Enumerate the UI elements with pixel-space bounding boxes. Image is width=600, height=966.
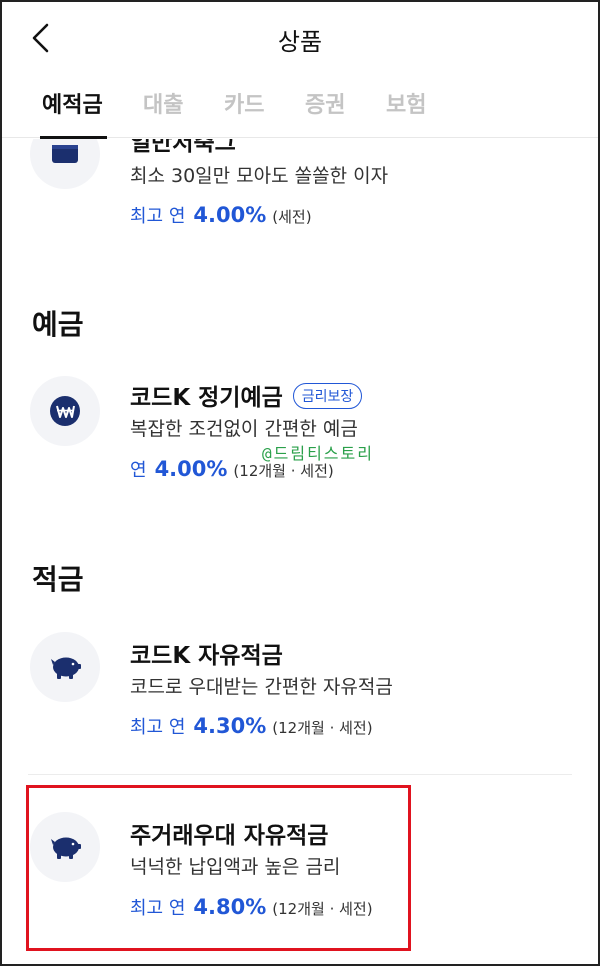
rate-prefix: 연 [130, 460, 147, 481]
product-title: 일반저축그 [130, 139, 236, 156]
watermark: @드림티스토리 [262, 444, 374, 463]
rate-value: 4.30% [193, 714, 267, 738]
section-title-savings: 적금 [32, 563, 84, 596]
rate-note: (세전) [272, 208, 312, 226]
tab-deposit-savings[interactable]: 예적금 [40, 80, 107, 139]
product-title: 코드K 자유적금 [130, 643, 283, 669]
tab-securities[interactable]: 증권 [305, 80, 345, 138]
product-icon [30, 139, 100, 189]
rate-value: 4.00% [193, 203, 267, 227]
rate-prefix: 최고 연 [130, 206, 186, 227]
product-item-code-k-free-savings[interactable]: 코드K 자유적금 코드로 우대받는 간편한 자유적금 최고 연 4.30% (1… [0, 628, 600, 748]
highlight-box [26, 785, 411, 951]
top-bar: 상품 [0, 0, 600, 80]
tab-card[interactable]: 카드 [224, 80, 264, 138]
product-rate: 최고 연 4.30% (12개월 · 세전) [130, 713, 373, 739]
product-rate: 최고 연 4.00% (세전) [130, 202, 312, 228]
product-description: 복잡한 조건없이 간편한 예금 [130, 418, 358, 440]
rate-guarantee-badge: 금리보장 [292, 382, 363, 409]
tab-loan[interactable]: 대출 [143, 80, 183, 138]
product-description: 최소 30일만 모아도 쏠쏠한 이자 [130, 165, 389, 187]
page-title: 상품 [277, 28, 323, 56]
rate-value: 4.00% [154, 457, 228, 481]
product-title-row: 코드K 정기예금 금리보장 [130, 378, 363, 412]
rate-prefix: 최고 연 [130, 717, 186, 738]
product-item-savings-box[interactable]: 일반저축그 최소 30일만 모아도 쏠쏠한 이자 최고 연 4.00% (세전) [0, 139, 600, 249]
section-title-deposit: 예금 [32, 308, 84, 341]
wallet-icon [52, 145, 78, 163]
tab-insurance[interactable]: 보험 [386, 80, 426, 138]
product-icon [30, 632, 100, 702]
piggy-bank-icon [51, 657, 81, 679]
divider [28, 774, 572, 775]
product-tabs: 예적금 대출 카드 증권 보험 [0, 80, 600, 139]
won-coin-icon [50, 396, 80, 426]
product-description: 코드로 우대받는 간편한 자유적금 [130, 676, 393, 698]
rate-note: (12개월 · 세전) [272, 719, 373, 737]
product-icon [30, 376, 100, 446]
product-item-code-k-deposit[interactable]: 코드K 정기예금 금리보장 복잡한 조건없이 간편한 예금 연 4.00% (12… [0, 370, 600, 490]
product-title: 코드K 정기예금 [130, 385, 283, 411]
